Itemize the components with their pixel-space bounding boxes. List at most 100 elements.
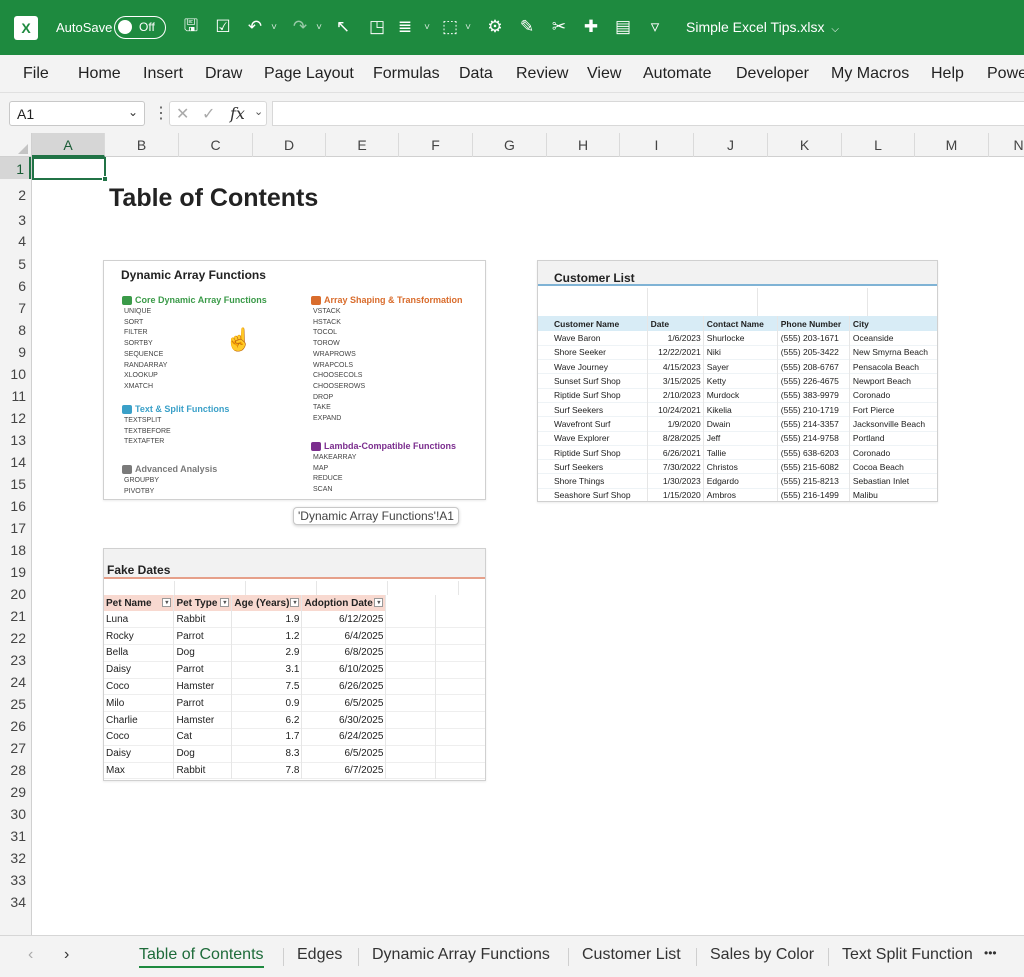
ribbon-tab-review[interactable]: Review [516,65,568,83]
row-header-18[interactable]: 18 [0,538,31,560]
ribbon-tab-data[interactable]: Data [459,65,493,83]
column-header-g[interactable]: G [473,133,547,157]
worksheet-grid[interactable]: Table of Contents Dynamic Array Function… [32,157,1024,935]
filter-dropdown-icon[interactable]: ▾ [374,598,384,607]
dynamic-array-functions-image[interactable]: Dynamic Array Functions Core Dynamic Arr… [103,260,486,500]
row-header-25[interactable]: 25 [0,692,31,714]
row-header-20[interactable]: 20 [0,582,31,604]
ribbon-tab-automate[interactable]: Automate [643,65,711,83]
sheet-tab-table-of-contents[interactable]: Table of Contents [139,946,264,968]
align-icon[interactable]: ≣ [392,14,418,40]
ribbon-tab-developer[interactable]: Developer [736,65,809,83]
ribbon-tab-home[interactable]: Home [78,65,121,83]
sheet-tab-dynamic-array-functions[interactable]: Dynamic Array Functions [372,946,550,964]
dropdown-icon[interactable]: ˅ [462,14,474,40]
more-options-icon[interactable]: ⋮ [153,103,169,123]
ribbon-tab-insert[interactable]: Insert [143,65,183,83]
chevron-down-icon[interactable]: ⌄ [254,105,263,118]
sheet-tab-customer-list[interactable]: Customer List [582,946,681,964]
group-icon[interactable]: ⬚ [437,14,463,40]
sheet-tab-sales-by-color[interactable]: Sales by Color [710,946,814,964]
column-header-j[interactable]: J [694,133,768,157]
chevron-down-icon[interactable]: ⌄ [128,105,138,119]
sheet-tab-edges[interactable]: Edges [297,946,342,964]
row-header-1[interactable]: 1 [0,157,31,179]
row-header-4[interactable]: 4 [0,229,31,251]
fake-dates-image[interactable]: Fake Dates Pet Name ▾ Pet Type ▾ Age (Years)… [103,548,486,781]
row-header-7[interactable]: 7 [0,296,31,318]
customer-list-image[interactable]: Customer List Customer Name Date Contact N… [537,260,938,502]
row-header-21[interactable]: 21 [0,604,31,626]
row-header-6[interactable]: 6 [0,274,31,296]
filter-dropdown-icon[interactable]: ▾ [162,598,172,607]
form-icon[interactable]: ✎ [514,14,540,40]
row-header-33[interactable]: 33 [0,868,31,890]
undo-icon[interactable]: ↶ [242,14,268,40]
row-header-24[interactable]: 24 [0,670,31,692]
ribbon-tab-help[interactable]: Help [931,65,964,83]
row-header-32[interactable]: 32 [0,846,31,868]
formula-input[interactable] [272,101,1024,126]
row-header-8[interactable]: 8 [0,318,31,340]
dropdown-icon[interactable]: ˅ [313,14,325,40]
select-all-button[interactable] [0,133,32,157]
enter-icon[interactable]: ✓ [202,104,215,124]
move-icon[interactable]: ✚ [578,14,604,40]
column-header-c[interactable]: C [179,133,253,157]
shapes-icon[interactable]: ◳ [364,14,390,40]
ribbon-tab-file[interactable]: File [23,65,49,83]
filter-dropdown-icon[interactable]: ▾ [290,598,300,607]
row-header-17[interactable]: 17 [0,516,31,538]
save-icon[interactable]: 🖫 [178,14,204,40]
insert-function-icon[interactable]: fx [230,104,245,123]
row-header-19[interactable]: 19 [0,560,31,582]
file-name-button[interactable]: Simple Excel Tips.xlsx ⌵ [686,19,839,35]
excel-logo-icon[interactable]: X [14,16,38,40]
row-header-22[interactable]: 22 [0,626,31,648]
column-header-d[interactable]: D [253,133,326,157]
ribbon-tab-my-macros[interactable]: My Macros [831,65,909,83]
dropdown-icon[interactable]: ˅ [268,14,280,40]
more-tabs-icon[interactable]: ••• [984,946,997,960]
column-header-l[interactable]: L [842,133,915,157]
column-header-h[interactable]: H [547,133,620,157]
row-header-23[interactable]: 23 [0,648,31,670]
column-header-b[interactable]: B [105,133,179,157]
row-header-15[interactable]: 15 [0,472,31,494]
scroll-right-icon[interactable]: › [64,946,69,964]
ribbon-tab-page-layout[interactable]: Page Layout [264,65,354,83]
ribbon-tab-view[interactable]: View [587,65,621,83]
column-header-n[interactable]: N [989,133,1024,157]
row-header-3[interactable]: 3 [0,209,31,229]
settings-icon[interactable]: ⚙ [482,14,508,40]
row-header-5[interactable]: 5 [0,252,31,274]
ribbon-tab-powe[interactable]: Powe [987,65,1024,83]
column-header-k[interactable]: K [768,133,842,157]
column-header-i[interactable]: I [620,133,694,157]
column-header-f[interactable]: F [399,133,473,157]
row-header-10[interactable]: 10 [0,362,31,384]
cancel-icon[interactable]: ✕ [176,104,189,124]
row-header-31[interactable]: 31 [0,824,31,846]
checklist-icon[interactable]: ☑ [210,14,236,40]
autosave-toggle[interactable]: Off [114,16,166,39]
redo-icon[interactable]: ↷ [287,14,313,40]
cursor-icon[interactable]: ↖ [330,14,356,40]
row-header-28[interactable]: 28 [0,758,31,780]
row-header-29[interactable]: 29 [0,780,31,802]
scroll-left-icon[interactable]: ‹ [28,946,33,964]
row-header-14[interactable]: 14 [0,450,31,472]
row-header-34[interactable]: 34 [0,890,31,912]
page-icon[interactable]: ▤ [610,14,636,40]
row-header-2[interactable]: 2 [0,180,31,209]
column-header-m[interactable]: M [915,133,989,157]
row-header-30[interactable]: 30 [0,802,31,824]
sheet-tab-text-split-function[interactable]: Text Split Function [842,946,973,964]
column-header-a[interactable]: A [32,133,105,157]
ribbon-tab-draw[interactable]: Draw [205,65,242,83]
column-header-e[interactable]: E [326,133,399,157]
row-header-9[interactable]: 9 [0,340,31,362]
row-header-26[interactable]: 26 [0,714,31,736]
row-header-13[interactable]: 13 [0,428,31,450]
row-header-27[interactable]: 27 [0,736,31,758]
